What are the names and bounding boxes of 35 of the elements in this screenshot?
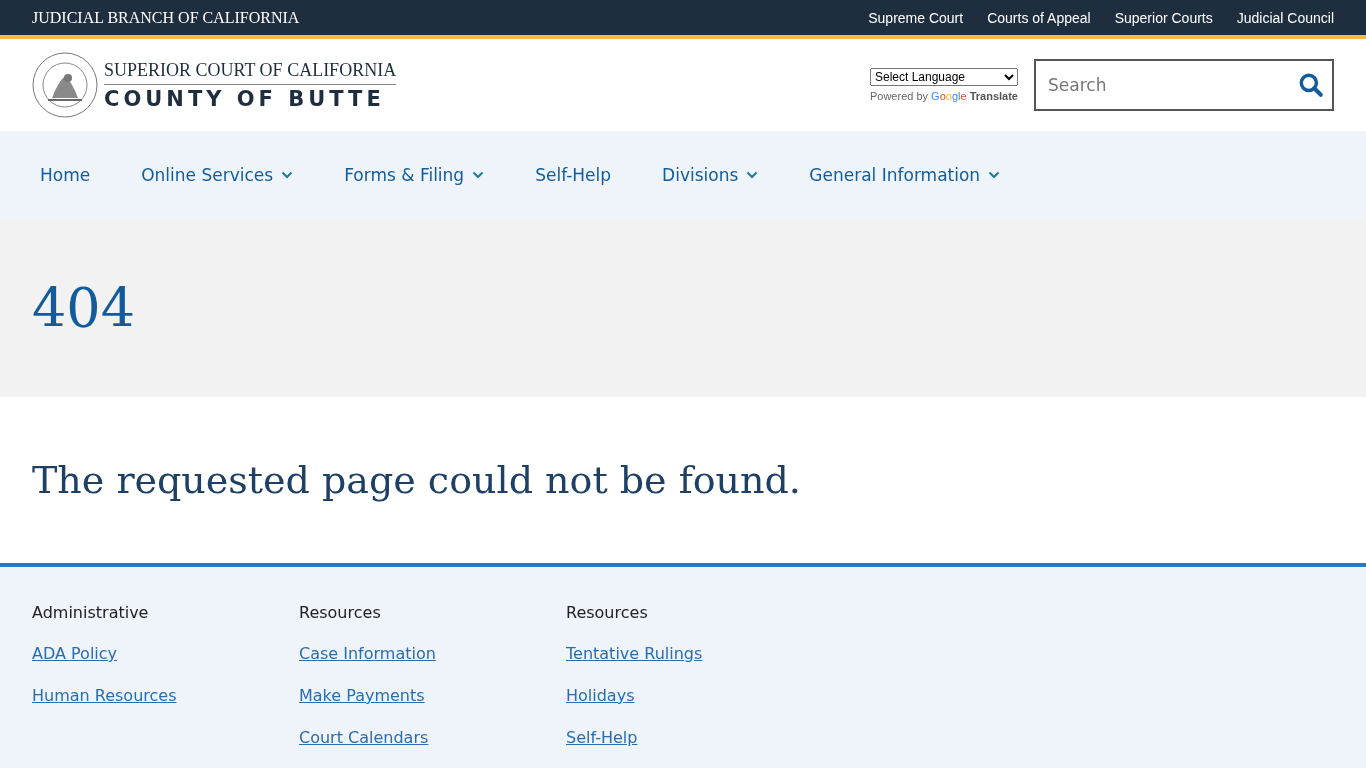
footer-link[interactable]: ADA Policy [32,644,118,663]
top-link[interactable]: Supreme Court [868,9,964,26]
nav-item[interactable]: Self-Help [535,165,612,185]
site-title: JUDICIAL BRANCH OF CALIFORNIA [32,8,300,27]
search-icon[interactable] [1298,72,1324,98]
footer-heading: Administrative [32,603,149,622]
footer-heading: Resources [566,603,648,622]
nav-item[interactable]: General Information [809,165,1001,185]
chevron-icon [281,171,294,179]
powered-by-text: Powered by Google Translate [869,90,1018,102]
footer-link[interactable]: Holidays [566,686,635,705]
top-link[interactable]: Courts of Appeal [987,9,1091,26]
nav-item[interactable]: Home [40,165,91,185]
search-field[interactable]: Search [1034,59,1334,111]
chevron-icon [988,171,1001,179]
footer-link[interactable]: Court Calendars [299,728,429,747]
page-title: 404 [32,276,136,340]
logo-line: COUNTY OF BUTTE [104,85,386,111]
chevron-icon [746,171,759,179]
chevron-icon [472,171,485,179]
footer-link[interactable]: Make Payments [299,686,425,705]
footer-link[interactable]: Human Resources [32,686,177,705]
language-select[interactable]: Select Language [869,68,1018,86]
nav-item[interactable]: Divisions [662,165,759,185]
footer-link[interactable]: Tentative Rulings [566,644,703,663]
top-link[interactable]: Superior Courts [1114,9,1213,26]
footer-link[interactable]: Case Information [299,644,436,663]
footer-heading: Resources [299,603,381,622]
nav-item[interactable]: Online Services [141,165,294,185]
error-message: The requested page could not be found. [32,458,801,502]
seal-icon [32,52,98,118]
footer-link[interactable]: Self-Help [566,728,638,747]
nav-item[interactable]: Forms & Filing [344,165,485,185]
top-link[interactable]: Judicial Council [1236,9,1334,26]
logo-line: SUPERIOR COURT OF CALIFORNIA [104,59,397,85]
